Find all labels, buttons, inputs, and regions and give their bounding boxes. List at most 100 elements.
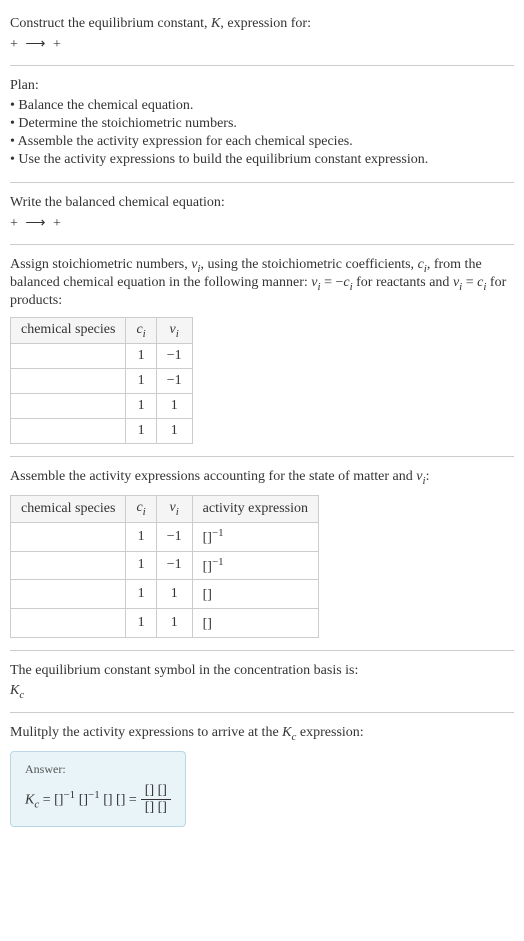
prompt-K: K [211,16,220,31]
prompt-prefix: Construct the equilibrium constant, [10,16,211,31]
divider [10,244,514,245]
K-symbol: K [25,793,34,808]
eq-left: + [10,216,21,231]
cell-species [11,344,126,369]
table-row: 1 1 [11,394,193,419]
table-row: 1 −1 []−1 [11,522,319,551]
header-nui: νi [156,496,192,523]
plan-item: • Assemble the activity expression for e… [10,134,514,150]
cell-species [11,608,126,637]
K-symbol: K [282,725,291,740]
cell-ci: 1 [126,394,156,419]
cell-expr: []−1 [192,522,318,551]
symbol-value: Kc [10,683,514,701]
text: , using the stoichiometric coefficients, [200,257,417,272]
cell-species [11,369,126,394]
cell-ci: 1 [126,551,156,580]
cell-ci: 1 [126,344,156,369]
symbol-section: The equilibrium constant symbol in the c… [10,655,514,709]
cell-nui: −1 [156,344,192,369]
plan-section: Plan: • Balance the chemical equation. •… [10,70,514,178]
term: [] [79,793,88,808]
fraction: [] [] [] [] [141,783,171,816]
cell-species [11,522,126,551]
activity-section: Assemble the activity expressions accoun… [10,461,514,645]
answer-label: Answer: [25,762,171,777]
cell-ci: 1 [126,580,156,609]
cell-nui: 1 [156,580,192,609]
header-species: chemical species [11,317,126,344]
sub-i: i [176,327,179,339]
cell-nui: −1 [156,369,192,394]
table-row: 1 −1 [11,344,193,369]
text: : [426,469,430,484]
multiply-intro: Mulitply the activity expressions to arr… [10,725,514,743]
term: [] [] [103,793,125,808]
cell-species [11,419,126,444]
stoich-table: chemical species ci νi 1 −1 1 −1 1 1 1 1 [10,317,193,445]
K-symbol: K [10,683,19,698]
answer-expression: Kc = []−1 []−1 [] [] = [] [] [] [] [25,783,171,816]
header-species: chemical species [11,496,126,523]
plan-item: • Balance the chemical equation. [10,98,514,114]
cell-expr: [] [192,580,318,609]
cell-nui: −1 [156,522,192,551]
table-row: 1 1 [] [11,608,319,637]
sub-i: i [143,327,146,339]
expr-base: [] [203,588,212,603]
cell-ci: 1 [126,419,156,444]
plan-heading: Plan: [10,78,514,94]
cell-species [11,394,126,419]
cell-nui: 1 [156,394,192,419]
equals: = [125,793,136,808]
text: for reactants and [353,275,453,290]
eq-right: + [53,37,61,52]
arrow-icon: ⟶ [25,36,45,53]
cell-nui: 1 [156,419,192,444]
divider [10,65,514,66]
eq-right: + [53,216,61,231]
multiply-section: Mulitply the activity expressions to arr… [10,717,514,835]
activity-intro: Assemble the activity expressions accoun… [10,469,514,487]
equals: = [39,793,54,808]
text: Assemble the activity expressions accoun… [10,469,416,484]
fraction-numerator: [] [] [141,783,171,800]
balanced-equation: + ⟶ + [10,215,514,232]
expr-sup: −1 [212,556,224,568]
text: Assign stoichiometric numbers, [10,257,191,272]
header-nui: νi [156,317,192,344]
prompt-suffix: , expression for: [220,16,311,31]
cell-ci: 1 [126,369,156,394]
sub-c: c [19,688,24,700]
term-sup: −1 [88,789,100,801]
prompt-section: Construct the equilibrium constant, K, e… [10,8,514,61]
divider [10,456,514,457]
eq-left: + [10,37,21,52]
table-row: 1 −1 []−1 [11,551,319,580]
arrow-icon: ⟶ [25,215,45,232]
table-row: 1 1 [11,419,193,444]
expr-base: [] [203,559,212,574]
cell-ci: 1 [126,608,156,637]
cell-expr: [] [192,608,318,637]
term-sup: −1 [63,789,75,801]
expr-sup: −1 [212,527,224,539]
text: = [462,275,477,290]
table-header-row: chemical species ci νi [11,317,193,344]
symbol-intro: The equilibrium constant symbol in the c… [10,663,514,679]
divider [10,182,514,183]
plan-item: • Determine the stoichiometric numbers. [10,116,514,132]
prompt-line1: Construct the equilibrium constant, K, e… [10,16,514,32]
table-row: 1 1 [] [11,580,319,609]
cell-species [11,551,126,580]
balanced-section: Write the balanced chemical equation: + … [10,187,514,240]
sub-i: i [143,506,146,518]
fraction-denominator: [] [] [141,800,171,816]
expr-base: [] [203,531,212,546]
prompt-equation: + ⟶ + [10,36,514,53]
cell-ci: 1 [126,522,156,551]
activity-table: chemical species ci νi activity expressi… [10,495,319,637]
balanced-heading: Write the balanced chemical equation: [10,195,514,211]
table-header-row: chemical species ci νi activity expressi… [11,496,319,523]
text: = − [321,275,344,290]
